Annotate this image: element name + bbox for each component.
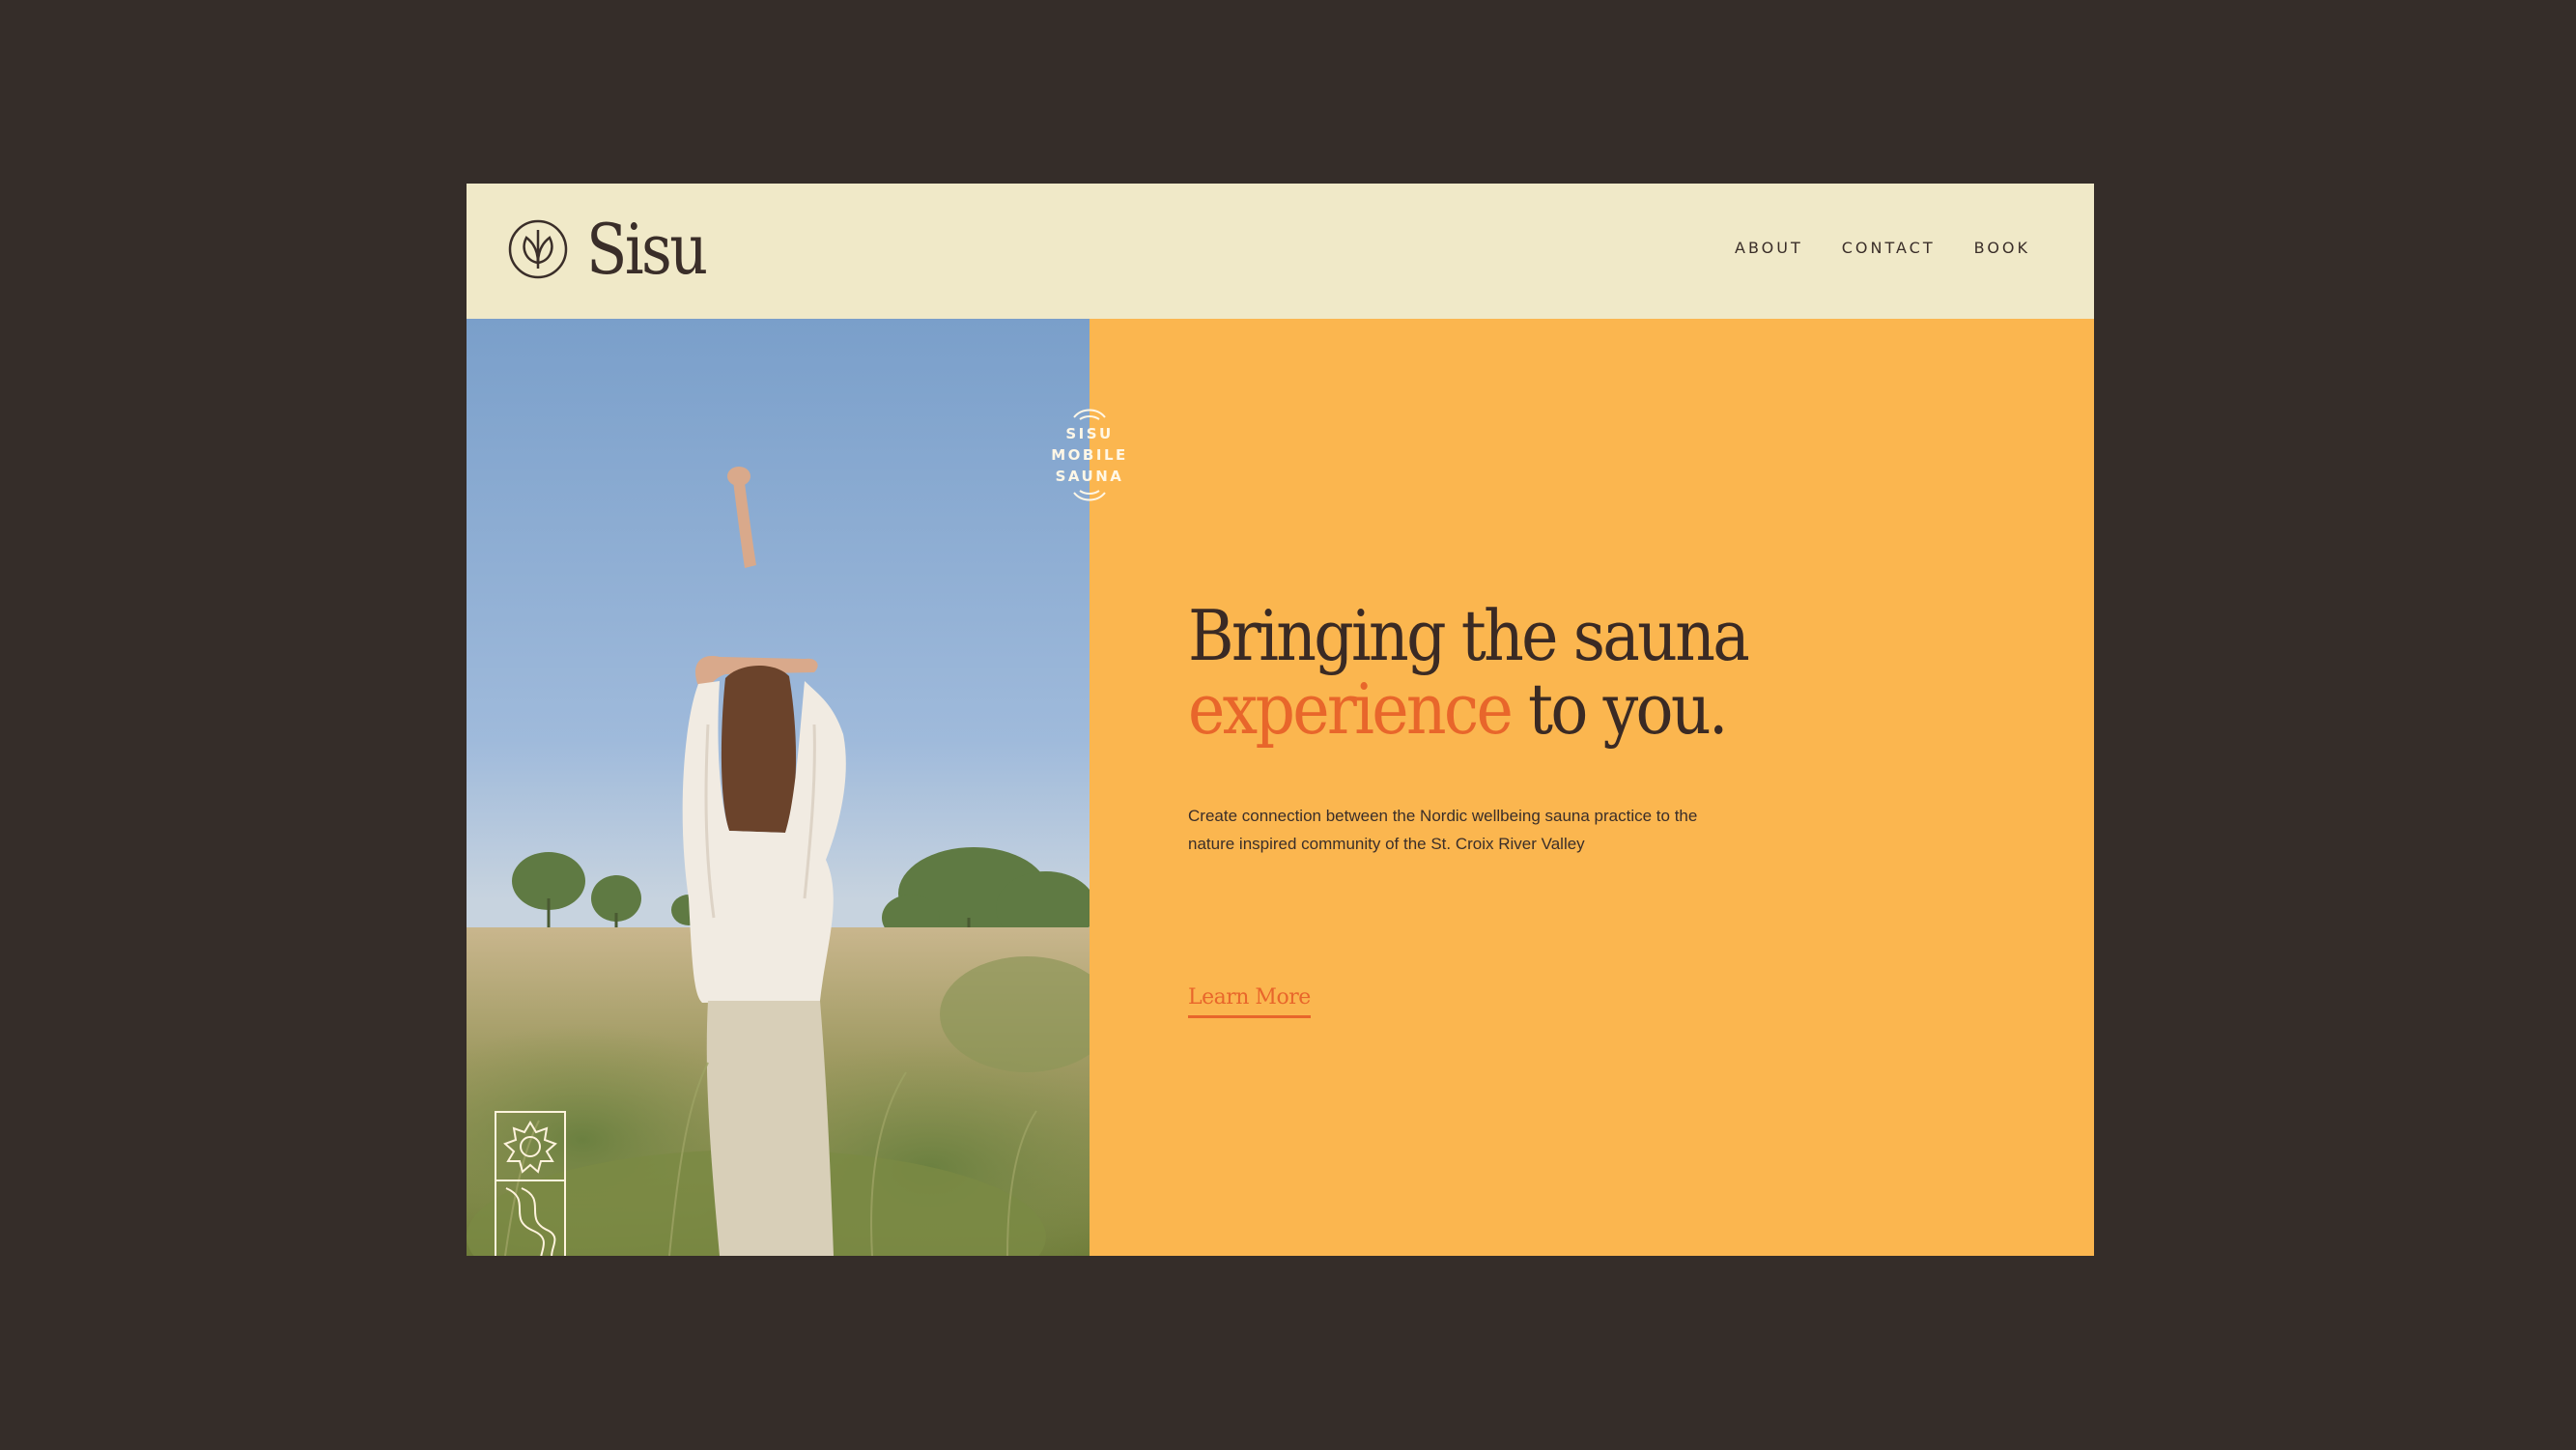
- headline-accent: experience: [1188, 668, 1514, 750]
- site-header: Sisu ABOUT CONTACT BOOK: [467, 184, 2094, 319]
- headline-line-2-end: to you.: [1511, 668, 1728, 750]
- brand-name: Sisu: [586, 209, 708, 290]
- badge-line-1: SISU: [1065, 425, 1114, 442]
- nav-book[interactable]: BOOK: [1974, 239, 2030, 257]
- badge-line-2: MOBILE: [1051, 446, 1128, 464]
- hero-description: Create connection between the Nordic wel…: [1188, 807, 1698, 853]
- hero-headline: Bringing the sauna experience to you.: [1188, 599, 1750, 746]
- badge-line-3: SAUNA: [1055, 468, 1124, 485]
- mobile-sauna-badge: SISU MOBILE SAUNA: [1043, 406, 1136, 522]
- brand-logo-link[interactable]: Sisu: [507, 211, 725, 288]
- hero-photo: [467, 319, 1090, 1256]
- sun-wave-moon-icon: [495, 1111, 566, 1256]
- nav-about[interactable]: ABOUT: [1735, 239, 1803, 257]
- hero-section: Bringing the sauna experience to you. Cr…: [1090, 319, 2094, 1256]
- website-mockup: Sisu ABOUT CONTACT BOOK Bringing the sau…: [467, 184, 2094, 1256]
- headline-line-1: Bringing the sauna: [1188, 595, 1750, 676]
- nav-contact[interactable]: CONTACT: [1842, 239, 1936, 257]
- learn-more-link[interactable]: Learn More: [1188, 985, 1311, 1018]
- wave-bottom-icon: [1073, 490, 1106, 501]
- wave-top-icon: [1073, 409, 1106, 420]
- leaf-circle-icon: [508, 219, 568, 279]
- main-nav: ABOUT CONTACT BOOK: [1735, 239, 2030, 257]
